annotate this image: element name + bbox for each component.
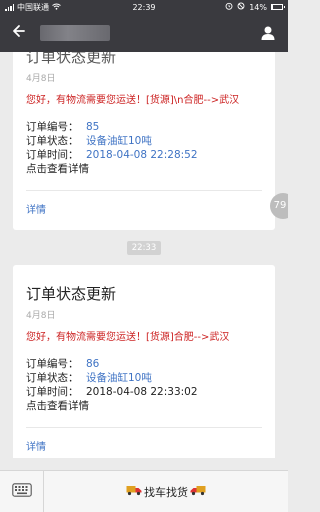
order-time-row: 订单时间： 2018-04-08 22:28:52 (26, 149, 198, 161)
time-divider: 22:33 (127, 241, 161, 255)
status-bar: 中国联通 22:39 14% (0, 0, 288, 14)
carrier-name: 中国联通 (17, 2, 49, 12)
card-title: 订单状态更新 (26, 285, 117, 303)
dnd-icon (237, 2, 245, 12)
keyboard-button[interactable] (0, 470, 44, 512)
card-date: 4月8日 (26, 74, 56, 84)
card-message: 您好，有物流需要您运送！[货源]合肥-->武汉 (26, 332, 230, 343)
keyboard-icon (11, 482, 32, 501)
battery-percent: 14% (249, 2, 267, 12)
menu-find-truck-button[interactable]: 找车找货 (44, 471, 288, 512)
battery-icon (271, 4, 285, 10)
message-card[interactable]: 订单状态更新 4月8日 您好，有物流需要您运送！[货源]\n合肥-->武汉 订单… (13, 52, 275, 230)
order-status-row: 订单状态： 设备油缸10吨 (26, 135, 152, 147)
bottom-bar: 找车找货 (0, 470, 288, 512)
card-title: 订单状态更新 (26, 52, 117, 66)
wifi-icon (52, 3, 61, 12)
card-date: 4月8日 (26, 311, 56, 321)
order-status-row: 订单状态： 设备油缸10吨 (26, 372, 152, 384)
card-fields: 订单编号： 86 订单状态： 设备油缸10吨 订单时间： 2018-04-08 22:… (13, 345, 275, 413)
order-number-row: 订单编号： 85 (26, 121, 100, 133)
order-time-row: 订单时间： 2018-04-08 22:33:02 (26, 386, 198, 398)
view-details-link[interactable]: 点击查看详情 (26, 399, 262, 413)
nav-bar (0, 14, 288, 52)
truck-icon (126, 484, 142, 499)
status-time: 22:39 (132, 2, 156, 12)
details-link[interactable]: 详情 (13, 191, 275, 230)
menu-label: 找车找货 (144, 485, 188, 499)
details-link[interactable]: 详情 (13, 428, 275, 458)
card-fields: 订单编号： 85 订单状态： 设备油缸10吨 订单时间： 2018-04-08 22:… (13, 108, 275, 176)
alarm-icon (225, 2, 233, 12)
message-card[interactable]: 订单状态更新 4月8日 您好，有物流需要您运送！[货源]合肥-->武汉 订单编号… (13, 265, 275, 458)
chat-content[interactable]: 订单状态更新 4月8日 您好，有物流需要您运送！[货源]\n合肥-->武汉 订单… (0, 52, 288, 458)
signal-icon (5, 3, 14, 11)
truck-icon (190, 484, 206, 499)
view-details-link[interactable]: 点击查看详情 (26, 162, 262, 176)
chat-title-blurred (40, 25, 110, 41)
card-message: 您好，有物流需要您运送！[货源]\n合肥-->武汉 (26, 95, 240, 106)
order-number-row: 订单编号： 86 (26, 358, 100, 370)
arrow-left-icon[interactable] (10, 23, 26, 43)
